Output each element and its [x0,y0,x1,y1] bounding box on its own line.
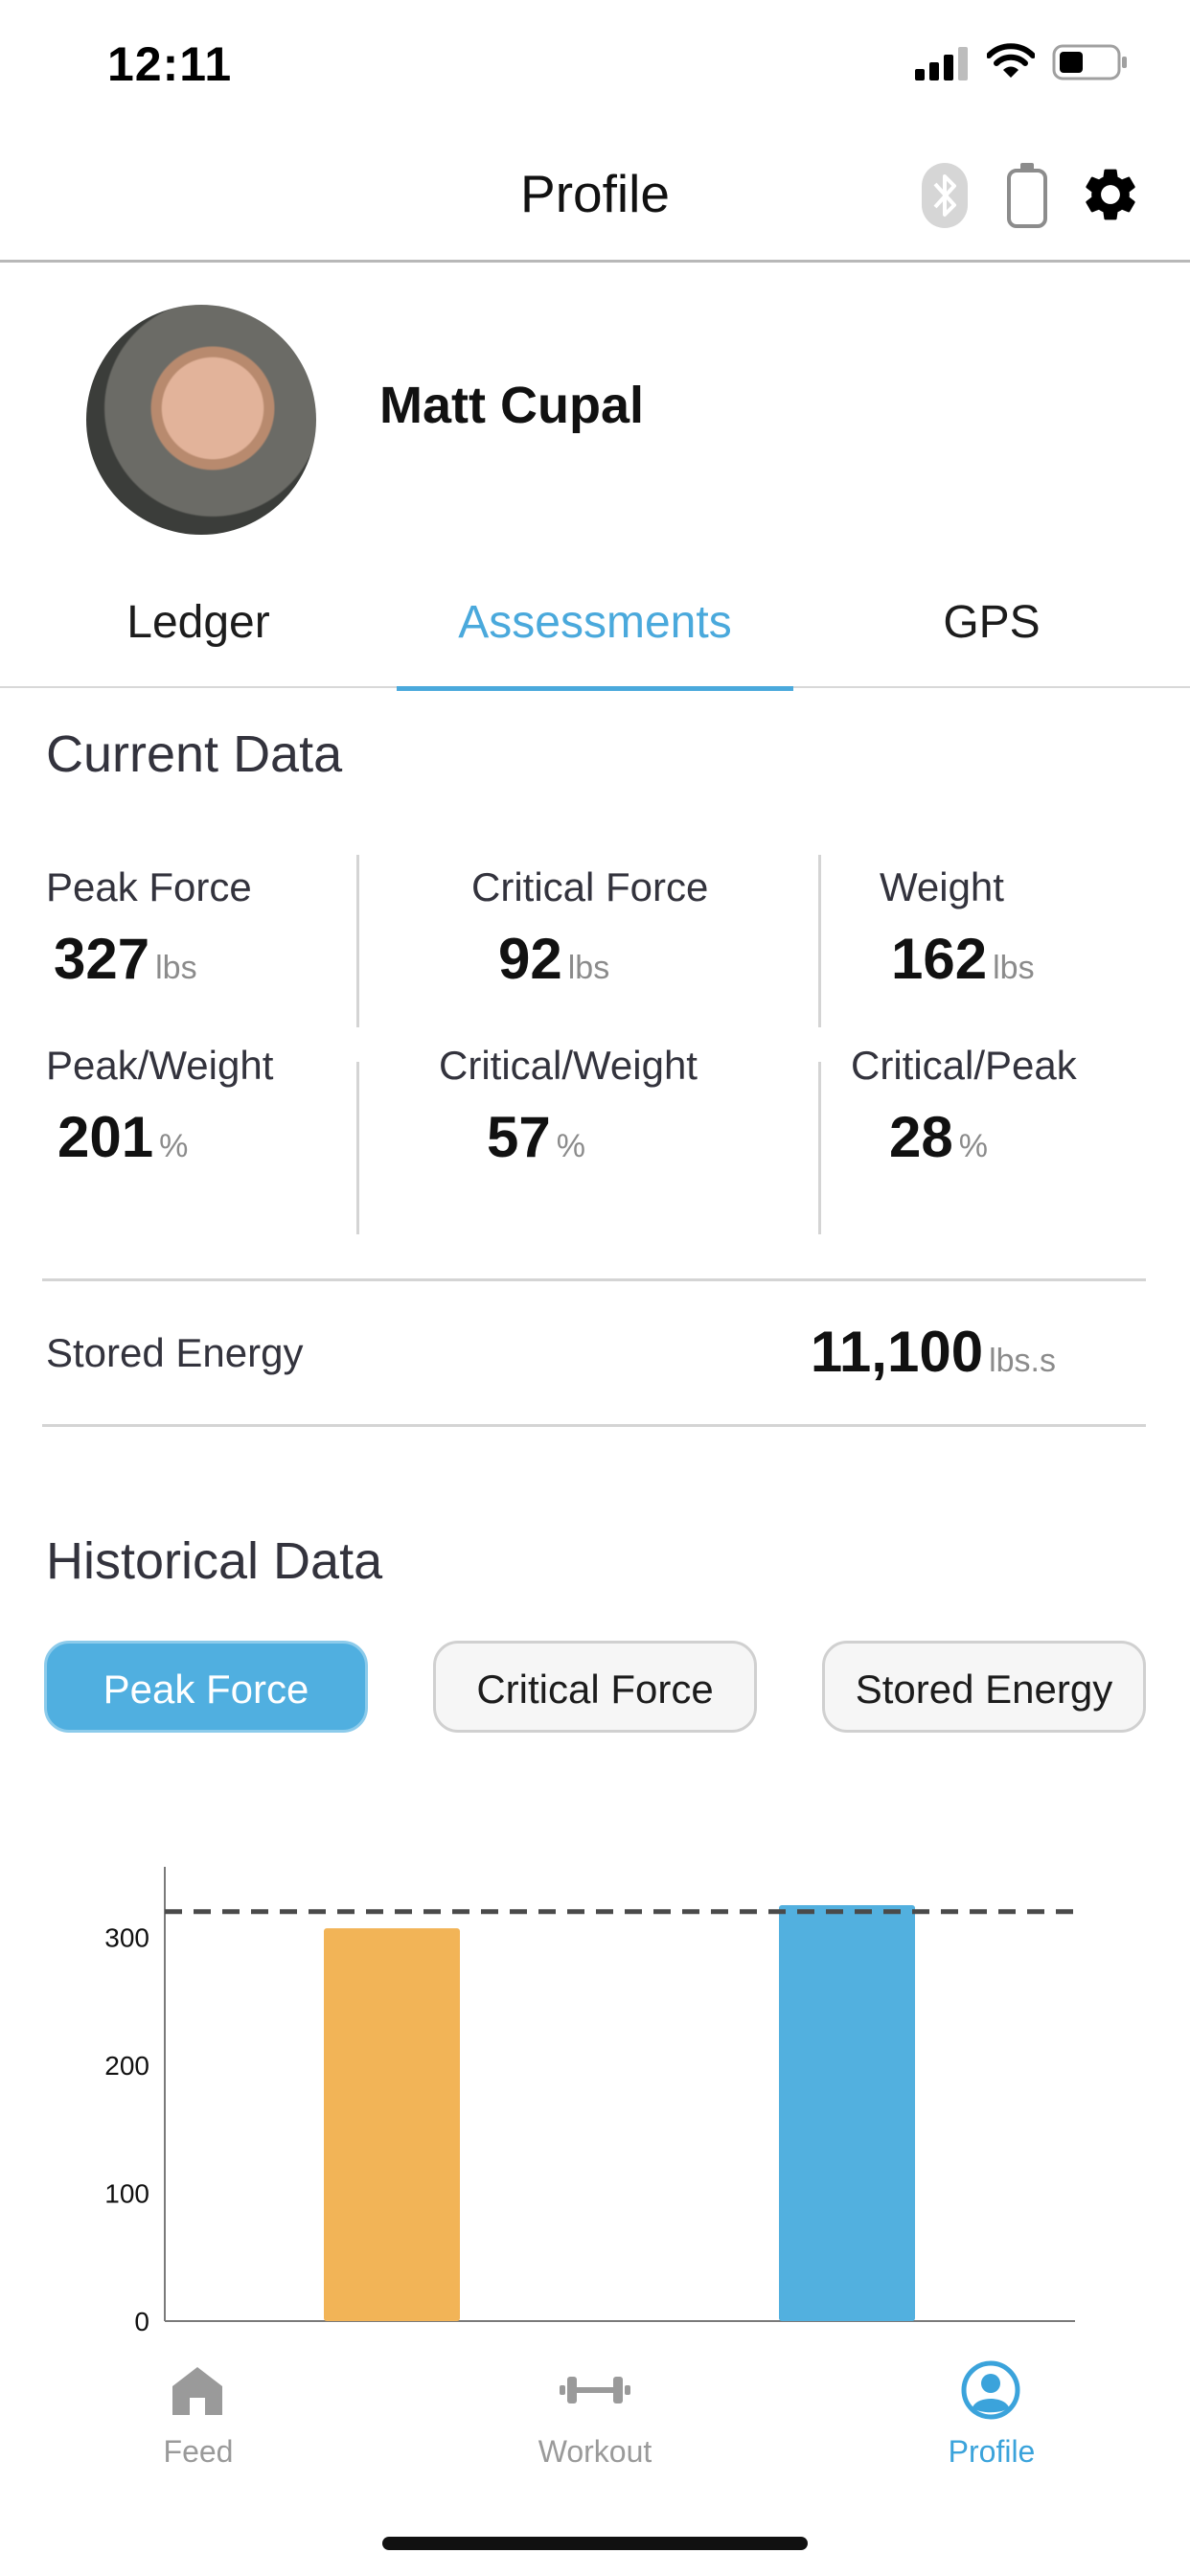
stat-divider [818,1062,821,1234]
nav-profile[interactable]: Profile [793,2434,1190,2470]
device-icon[interactable] [1004,161,1050,230]
current-data-title: Current Data [46,725,343,783]
bluetooth-icon[interactable] [920,161,970,230]
nav-feed[interactable]: Feed [0,2434,397,2470]
stat-label-critical-peak: Critical/Peak [851,1043,1077,1088]
stat-value: 28 [889,1105,953,1169]
status-time: 12:11 [107,37,233,91]
signal-icon [915,47,968,80]
stat-value: 327 [54,927,150,991]
user-name: Matt Cupal [379,377,644,434]
stat-divider [356,855,359,1027]
stored-energy-label: Stored Energy [46,1330,304,1375]
tab-ledger[interactable]: Ledger [0,596,397,649]
stat-value: 92 [498,927,562,991]
stat-unit: lbs [993,950,1035,986]
stat-unit: lbs [567,950,610,986]
bar [324,1928,460,2321]
stat-peak-weight: 201% [57,1104,188,1170]
tab-assessments[interactable]: Assessments [397,596,793,649]
profile-icon[interactable] [960,2359,1021,2421]
stat-critical-peak: 28% [889,1104,988,1170]
stored-energy-value: 11,100 lbs.s [811,1319,1056,1385]
filter-stored-energy-button[interactable]: Stored Energy [822,1641,1146,1733]
stat-critical-force: 92 lbs [498,926,609,992]
stat-unit: lbs.s [989,1343,1056,1379]
stat-label-critical-force: Critical Force [471,864,709,909]
wifi-icon [987,43,1035,78]
stat-critical-weight: 57% [487,1104,585,1170]
home-icon[interactable] [171,2363,224,2417]
bar [779,1905,915,2321]
filter-critical-force-button[interactable]: Critical Force [433,1641,757,1733]
active-tab-indicator [397,686,793,691]
stat-label-weight: Weight [880,864,1004,909]
stat-divider [818,855,821,1027]
home-indicator [382,2537,808,2550]
tab-gps[interactable]: GPS [793,596,1190,649]
filter-peak-force-button[interactable]: Peak Force [44,1641,368,1733]
stat-value: 11,100 [810,1320,984,1384]
stat-value: 201 [57,1105,154,1169]
stat-value: 57 [487,1105,551,1169]
header-divider [0,260,1190,263]
stat-divider [356,1062,359,1234]
y-tick-label: 300 [104,1922,149,1952]
nav-workout[interactable]: Workout [397,2434,793,2470]
stat-label-peak-weight: Peak/Weight [46,1043,274,1088]
historical-data-title: Historical Data [46,1532,383,1590]
stat-weight: 162 lbs [891,926,1035,992]
y-tick-label: 0 [134,2307,149,2336]
stat-unit: lbs [155,950,197,986]
divider [42,1424,1146,1427]
gear-icon[interactable] [1079,163,1142,226]
stat-unit: % [556,1128,585,1164]
stat-unit: % [159,1128,189,1164]
peak-force-chart: 0 100 200 300 [104,1867,1075,2336]
stat-value: 162 [891,927,988,991]
y-tick-label: 100 [104,2178,149,2208]
stat-unit: % [958,1128,988,1164]
battery-icon [1052,44,1127,80]
stat-label-peak-force: Peak Force [46,864,252,909]
divider [42,1278,1146,1281]
dumbbell-icon[interactable] [558,2371,632,2409]
stat-label-critical-weight: Critical/Weight [439,1043,698,1088]
y-tick-label: 200 [104,2051,149,2081]
avatar[interactable] [86,305,316,535]
stat-peak-force: 327 lbs [54,926,197,992]
